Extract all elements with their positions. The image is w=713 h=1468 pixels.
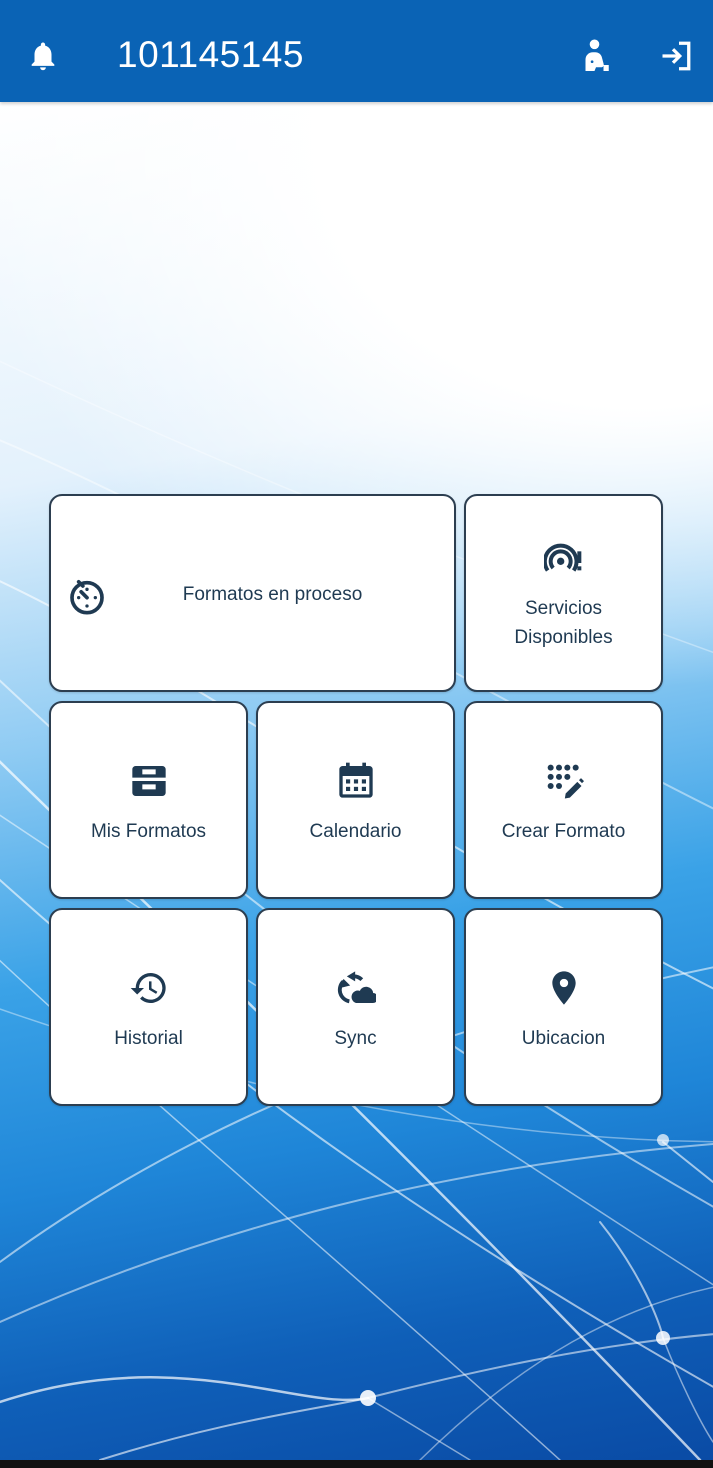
tile-crear-formato[interactable]: Crear Formato bbox=[464, 701, 663, 899]
tile-ubicacion[interactable]: Ubicacion bbox=[464, 908, 663, 1106]
profile-icon[interactable] bbox=[578, 38, 614, 74]
tile-label: Calendario bbox=[309, 821, 402, 842]
tile-label: Sync bbox=[334, 1028, 377, 1049]
system-nav-bar bbox=[0, 1460, 713, 1468]
tile-sync[interactable]: Sync bbox=[256, 908, 455, 1106]
tile-formatos-en-proceso[interactable]: Formatos en proceso bbox=[49, 494, 456, 692]
user-id-title: 101145145 bbox=[117, 34, 304, 75]
tile-label: Historial bbox=[114, 1028, 183, 1049]
tile-historial[interactable]: Historial bbox=[49, 908, 248, 1106]
signal-alert-icon bbox=[544, 543, 582, 572]
inbox-tray-icon bbox=[132, 766, 166, 796]
tile-calendario[interactable]: Calendario bbox=[256, 701, 455, 899]
top-app-bar: 101145145 bbox=[0, 0, 713, 102]
bell-icon[interactable] bbox=[26, 38, 60, 74]
tile-label: Ubicacion bbox=[521, 1028, 606, 1049]
dots-edit-icon bbox=[547, 764, 584, 799]
tile-label: Formatos en proceso bbox=[182, 584, 363, 605]
tile-label: Crear Formato bbox=[501, 821, 626, 842]
tile-label: Mis Formatos bbox=[90, 821, 207, 842]
tile-mis-formatos[interactable]: Mis Formatos bbox=[49, 701, 248, 899]
sync-cloud-icon bbox=[337, 971, 376, 1004]
location-pin-icon bbox=[552, 971, 576, 1005]
tile-label: Servicios Disponibles bbox=[514, 598, 613, 648]
calendar-icon bbox=[339, 762, 373, 798]
history-icon bbox=[130, 973, 166, 1003]
logout-icon[interactable] bbox=[658, 38, 694, 74]
tile-servicios-disponibles[interactable]: Servicios Disponibles bbox=[464, 494, 663, 692]
